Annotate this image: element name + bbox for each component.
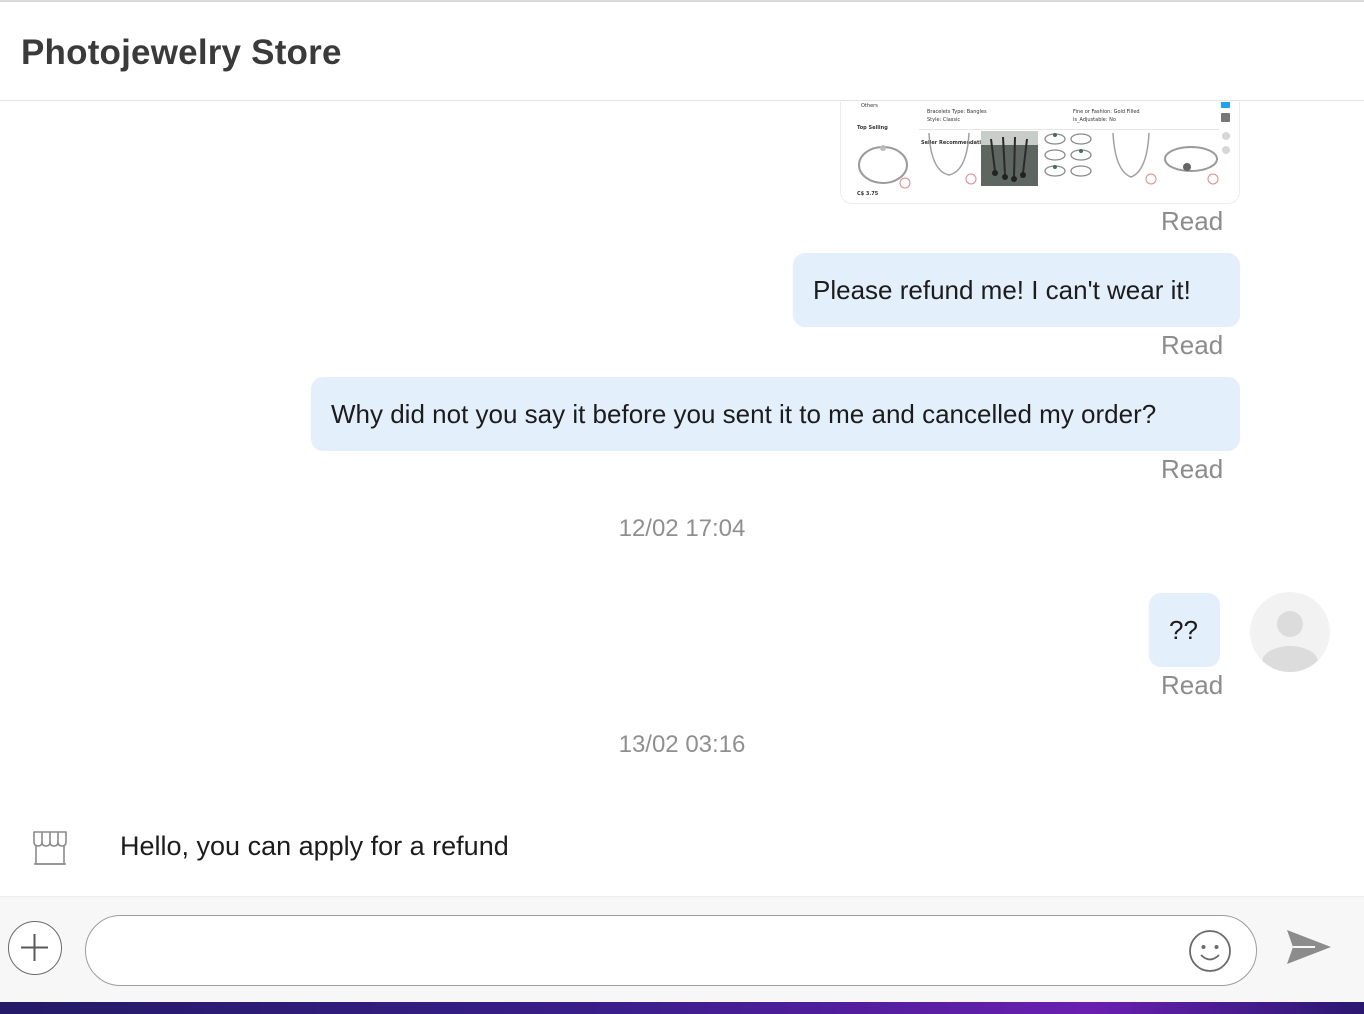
image-sidebar-label: Others: [861, 103, 878, 109]
send-icon: [1287, 930, 1331, 964]
message-timestamp: 12/02 17:04: [618, 515, 746, 542]
message-composer: [0, 896, 1364, 1002]
bracelet-thumbnail-icon: [1164, 146, 1219, 185]
image-spec-text: Fine or Fashion: Gold Filled: [1073, 109, 1140, 115]
message-status: Read: [1161, 454, 1224, 484]
outgoing-message-bubble[interactable]: ??: [1149, 593, 1220, 667]
message-input[interactable]: [85, 915, 1257, 986]
necklace-thumbnail-icon: [928, 132, 977, 185]
plus-icon: [21, 934, 48, 961]
image-spec-text: Bracelets Type: Bangles: [927, 109, 987, 115]
message-status: Read: [1161, 670, 1224, 700]
attach-button[interactable]: [8, 921, 62, 975]
chat-header: Photojewelry Store: [0, 2, 1364, 101]
bracelet-thumbnail-icon: [858, 145, 911, 189]
outgoing-message-bubble[interactable]: Why did not you say it before you sent i…: [311, 377, 1240, 451]
message-timestamp: 13/02 03:16: [618, 731, 746, 758]
outgoing-message-bubble[interactable]: Please refund me! I can't wear it!: [793, 253, 1240, 327]
share-social-icon[interactable]: [1221, 113, 1230, 122]
carousel-arrows-icon[interactable]: [1221, 131, 1231, 155]
user-avatar-icon[interactable]: [1250, 592, 1330, 672]
desktop-background-strip: [0, 1002, 1364, 1014]
necklace-thumbnail-icon: [1112, 132, 1157, 185]
smiley-icon: [1189, 930, 1231, 972]
share-social-icon[interactable]: [1221, 102, 1230, 108]
incoming-message-text: Hello, you can apply for a refund: [120, 831, 509, 861]
message-list[interactable]: Others Bracelets Type: Bangles Style: Cl…: [0, 102, 1364, 895]
send-button[interactable]: [1285, 927, 1333, 967]
store-icon: [33, 831, 67, 865]
rings-thumbnail-icon: [1044, 133, 1092, 177]
store-title: Photojewelry Store: [21, 33, 342, 72]
image-spec-text: Style: Classic: [927, 117, 961, 123]
image-message[interactable]: Others Bracelets Type: Bangles Style: Cl…: [840, 102, 1240, 204]
pendant-photo-thumbnail-icon: [981, 131, 1038, 186]
image-sidebar-label: Top Selling: [857, 125, 888, 131]
image-divider: [919, 129, 1219, 130]
emoji-button[interactable]: [1187, 928, 1233, 974]
message-status: Read: [1161, 206, 1224, 236]
message-status: Read: [1161, 330, 1224, 360]
image-spec-text: is_Adjustable: No: [1073, 117, 1116, 123]
